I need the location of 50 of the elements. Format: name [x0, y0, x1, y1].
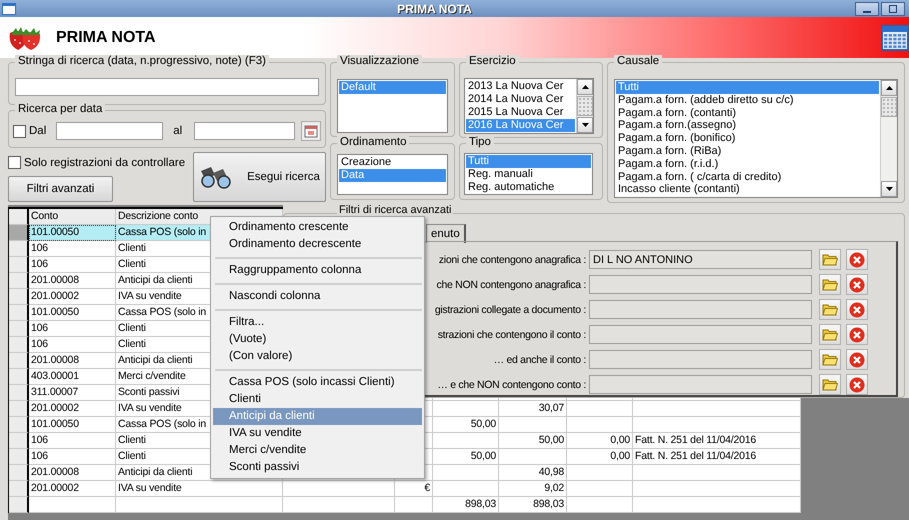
table-cell: 201.00002: [29, 401, 116, 417]
table-cell: 106: [29, 257, 116, 273]
group-label: Visualizzazione: [337, 55, 422, 67]
table-cell: €: [395, 481, 433, 497]
table-cell: 101.00050: [29, 417, 116, 433]
table-cell: 201.00008: [29, 465, 116, 481]
group-label: Causale: [614, 55, 662, 67]
table-cell: 30,07: [499, 401, 567, 417]
table-cell: 106: [29, 337, 116, 353]
table-cell: 898,03: [499, 497, 567, 513]
table-cell: 40,98: [499, 465, 567, 481]
filter-label: che NON contengono anagrafica :: [436, 278, 587, 290]
table-cell: 106: [29, 449, 116, 465]
table-cell: 101.00050: [29, 305, 116, 321]
checkbox-label: Solo registrazioni da controllare: [24, 156, 186, 168]
table-cell: 50,00: [433, 417, 499, 433]
group-label: Ordinamento: [337, 136, 410, 148]
group-label: Filtri di ricerca avanzati: [337, 204, 454, 216]
table-cell: 403.00001: [29, 369, 116, 385]
checkbox-label: Dal: [29, 125, 46, 137]
table-cell: 9,02: [499, 481, 567, 497]
table-cell: 311.00007: [29, 385, 116, 401]
table-cell: 201.00008: [29, 353, 116, 369]
table-cell: 201.00008: [29, 273, 116, 289]
window-title: PRIMA NOTA: [396, 2, 473, 16]
table-cell: 106: [29, 241, 116, 257]
filter-label: gistrazioni collegate a documento :: [434, 304, 587, 316]
field-label: al: [173, 125, 182, 137]
table-cell: 201.00002: [29, 289, 116, 305]
table-cell: 898,03: [433, 497, 499, 513]
table-cell: IVA su vendite: [116, 481, 283, 497]
table-cell: 201.00002: [29, 481, 116, 497]
table-cell: 0,00: [567, 449, 633, 465]
group-label: Stringa di ricerca (data, n.progressivo, note) (F3): [15, 55, 269, 67]
table-cell: Fatt. N. 251 del 11/04/2016: [633, 433, 801, 449]
table-cell: 50,00: [433, 449, 499, 465]
group-label: Ricerca per data: [15, 103, 106, 115]
table-cell: 106: [29, 433, 116, 449]
filter-label: … e che NON contengono conto :: [436, 378, 587, 390]
filter-label: zioni che contengono anagrafica :: [438, 254, 587, 266]
table-cell: 50,00: [499, 433, 567, 449]
table-cell: Fatt. N. 251 del 11/04/2016: [633, 449, 801, 465]
filter-label: … ed anche il conto :: [492, 354, 587, 366]
table-cell: 101.00050: [29, 225, 116, 241]
group-label: Tipo: [466, 136, 494, 148]
group-label: Esercizio: [466, 55, 519, 67]
filter-label: strazioni che contengono il conto :: [436, 328, 587, 340]
table-cell: 0,00: [567, 433, 633, 449]
page-title: PRIMA NOTA: [56, 28, 157, 46]
table-cell: 106: [29, 321, 116, 337]
